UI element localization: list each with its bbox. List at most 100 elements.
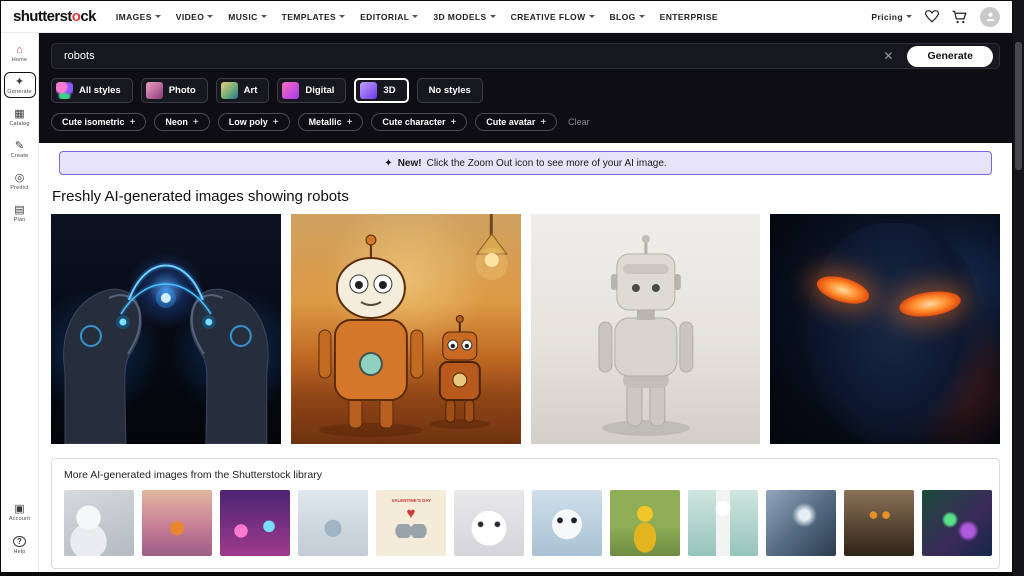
generated-image-white-robot[interactable] <box>530 214 761 444</box>
style-chip-3d[interactable]: 3D <box>354 78 409 103</box>
sparkle-icon <box>15 76 24 88</box>
chevron-down-icon <box>339 15 346 18</box>
chevron-down-icon <box>906 15 912 18</box>
sidebar-item-plan[interactable]: Plan <box>4 200 36 226</box>
library-thumb-cute-robot-head[interactable] <box>532 490 602 556</box>
nav-item-templates[interactable]: TEMPLATES <box>282 12 346 22</box>
keyword-chip-metallic[interactable]: Metallic + <box>297 113 364 131</box>
top-navbar: shutterstock IMAGES VIDEO MUSIC TEMPLATE… <box>1 1 1012 33</box>
keyword-chip-neon[interactable]: Neon + <box>154 113 210 131</box>
nav-item-editorial[interactable]: EDITORIAL <box>360 12 419 22</box>
sidebar-item-account[interactable]: Account <box>4 499 36 525</box>
nav-item-video[interactable]: VIDEO <box>176 12 214 22</box>
chevron-down-icon <box>260 15 267 18</box>
banner-text: Click the Zoom Out icon to see more of y… <box>426 157 667 169</box>
library-thumb-sunset-robot[interactable] <box>142 490 212 556</box>
sidebar-item-catalog[interactable]: Catalog <box>4 104 36 130</box>
generator-panel: ✕ Generate All styles Photo Art <box>39 33 1012 143</box>
navbar-right-group: Pricing <box>871 6 1000 27</box>
all-styles-thumbnail <box>56 82 73 99</box>
plus-icon: + <box>540 116 547 128</box>
heart-icon: ♥ <box>406 505 416 522</box>
nav-item-music[interactable]: MUSIC <box>228 12 267 22</box>
prompt-input[interactable] <box>64 50 870 62</box>
user-avatar[interactable] <box>980 6 1000 27</box>
generate-button[interactable]: Generate <box>907 45 993 67</box>
keyword-suggestion-row: Cute isometric + Neon + Low poly + Metallic… <box>51 113 1000 131</box>
style-chip-digital[interactable]: Digital <box>277 78 347 103</box>
logo-text: shutterst <box>13 8 72 25</box>
library-section: More AI-generated images from the Shutte… <box>51 458 1000 569</box>
nav-item-blog[interactable]: BLOG <box>610 12 645 22</box>
sidebar-item-predict[interactable]: Predict <box>4 168 36 194</box>
keyword-chip-cute-avatar[interactable]: Cute avatar + <box>475 113 558 131</box>
grid-icon <box>14 108 24 120</box>
library-thumb-robot-cat[interactable] <box>454 490 524 556</box>
chevron-down-icon <box>638 15 645 18</box>
style-filter-row: All styles Photo Art Digital 3D No style… <box>51 78 1000 103</box>
photo-style-thumbnail <box>145 82 163 99</box>
library-thumbnail-row: VALENTINE'S DAY ♥ <box>64 490 992 556</box>
nav-item-3d-models[interactable]: 3D MODELS <box>433 12 496 22</box>
person-icon <box>985 12 995 22</box>
logo-text-end: ck <box>80 8 96 25</box>
cartoon-robots-illustration <box>318 214 508 437</box>
generated-image-cartoon-robots[interactable] <box>290 214 521 444</box>
keyword-chip-cute-character[interactable]: Cute character + <box>371 113 468 131</box>
style-chip-photo[interactable]: Photo <box>140 78 208 103</box>
style-chip-art[interactable]: Art <box>215 78 270 103</box>
keyword-chip-cute-isometric[interactable]: Cute isometric + <box>51 113 147 131</box>
favorites-heart-icon[interactable] <box>925 10 939 23</box>
plus-icon: + <box>129 116 136 128</box>
generated-image-chrome-heads[interactable] <box>51 214 281 444</box>
main-content: ✕ Generate All styles Photo Art <box>39 33 1012 572</box>
robot-head-silhouette <box>807 223 982 444</box>
plus-icon: + <box>450 116 457 128</box>
zoom-out-announcement-banner[interactable]: New! Click the Zoom Out icon to see more… <box>59 151 992 175</box>
pricing-menu[interactable]: Pricing <box>871 12 912 22</box>
browser-page: shutterstock IMAGES VIDEO MUSIC TEMPLATE… <box>1 1 1012 572</box>
sidebar-item-create[interactable]: Create <box>4 136 36 162</box>
style-chip-all-styles[interactable]: All styles <box>51 78 133 103</box>
nav-item-creative-flow[interactable]: CREATIVE FLOW <box>511 12 595 22</box>
library-thumb-desk-robot[interactable] <box>64 490 134 556</box>
chevron-down-icon <box>489 15 496 18</box>
library-thumb-chrome-cyborg[interactable] <box>766 490 836 556</box>
3d-style-thumbnail <box>360 82 378 99</box>
pencil-icon <box>15 140 24 152</box>
nav-item-images[interactable]: IMAGES <box>116 12 161 22</box>
clear-keywords-link[interactable]: Clear <box>568 117 590 127</box>
clear-prompt-icon[interactable]: ✕ <box>879 49 897 63</box>
shutterstock-logo[interactable]: shutterstock <box>13 8 96 25</box>
library-thumb-misty-robot[interactable] <box>298 490 368 556</box>
help-icon <box>13 535 26 548</box>
plus-icon: + <box>272 116 279 128</box>
sparkle-icon <box>384 158 392 169</box>
cart-icon[interactable] <box>952 10 967 24</box>
chevron-down-icon <box>154 15 161 18</box>
board-icon <box>14 204 24 216</box>
sidebar-item-generate[interactable]: Generate <box>3 72 36 98</box>
library-thumb-valentine-card[interactable]: VALENTINE'S DAY ♥ <box>376 490 446 556</box>
generated-image-gallery <box>51 214 1000 444</box>
library-thumb-cyberpunk-face[interactable] <box>922 490 992 556</box>
plus-icon: + <box>192 116 199 128</box>
sidebar-item-home[interactable]: Home <box>4 40 36 66</box>
library-thumb-rusty-robot[interactable] <box>844 490 914 556</box>
scrollbar[interactable] <box>1013 0 1024 576</box>
main-nav: IMAGES VIDEO MUSIC TEMPLATES EDITORIAL 3… <box>116 12 718 22</box>
library-thumb-neon-bar-robots[interactable] <box>220 490 290 556</box>
library-thumb-podium-robot[interactable] <box>688 490 758 556</box>
chevron-down-icon <box>588 15 595 18</box>
account-icon <box>14 503 24 515</box>
style-chip-no-styles[interactable]: No styles <box>416 78 483 103</box>
sidebar-item-help[interactable]: Help <box>4 531 36 558</box>
nav-item-enterprise[interactable]: ENTERPRISE <box>660 12 718 22</box>
keyword-chip-low-poly[interactable]: Low poly + <box>217 113 290 131</box>
results-heading: Freshly AI-generated images showing robo… <box>52 188 349 205</box>
chrome-heads-illustration <box>63 262 270 444</box>
scrollbar-thumb[interactable] <box>1015 42 1022 170</box>
library-title: More AI-generated images from the Shutte… <box>64 469 322 481</box>
library-thumb-yellow-robot[interactable] <box>610 490 680 556</box>
generated-image-dark-robot-face[interactable] <box>770 214 1000 444</box>
